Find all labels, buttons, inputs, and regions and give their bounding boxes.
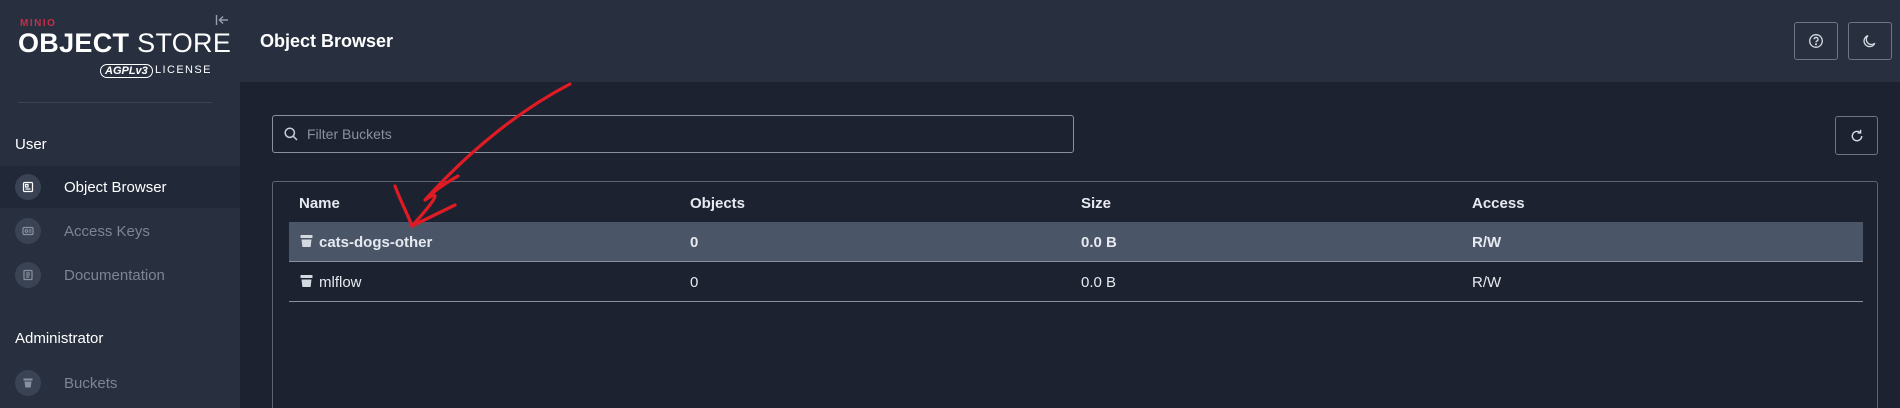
sidebar-item-label: Buckets [64,374,118,392]
column-header-size[interactable]: Size [1081,195,1111,212]
bucket-icon [300,235,313,247]
page-header: Object Browser [240,0,1900,82]
bucket-icon [15,370,41,396]
bucket-name: mlflow [319,274,362,291]
bucket-access: R/W [1472,234,1502,251]
access-keys-icon [15,218,41,244]
page-title: Object Browser [260,31,394,51]
section-title-user: User [15,136,47,153]
filter-buckets-input[interactable] [307,116,1067,152]
license-label: LICENSE [155,64,212,76]
sidebar-divider [18,102,212,103]
license-badge: AGPLv3 [100,64,153,78]
sidebar-item-label: Access Keys [64,222,150,240]
filter-buckets-box[interactable] [272,115,1074,153]
table-row[interactable]: mlflow 0 0.0 B R/W [289,262,1863,302]
sidebar-item-label: Object Browser [64,178,167,196]
theme-toggle-button[interactable] [1848,22,1892,60]
collapse-sidebar-icon[interactable] [214,12,230,28]
bucket-objects: 0 [690,274,699,291]
documentation-icon [15,262,41,288]
logo-product: OBJECT STORE [18,28,231,59]
sidebar-item-object-browser[interactable]: Object Browser [0,166,240,208]
search-icon [284,127,298,141]
sidebar-item-documentation[interactable]: Documentation [0,254,240,296]
section-title-administrator: Administrator [15,330,104,347]
table-row[interactable]: cats-dogs-other 0 0.0 B R/W [289,222,1863,262]
bucket-size: 0.0 B [1081,274,1117,291]
bucket-access: R/W [1472,274,1502,291]
moon-icon [1863,34,1876,48]
minio-logo: MINIO OBJECT STORE AGPLv3 LICENSE [18,16,231,80]
help-icon [1809,34,1823,48]
sidebar-item-label: Documentation [64,266,165,284]
refresh-icon [1851,129,1862,141]
sidebar-item-buckets[interactable]: Buckets [0,362,240,404]
object-browser-icon [15,174,41,200]
help-button[interactable] [1794,22,1838,60]
bucket-objects: 0 [690,234,699,251]
buckets-table: Name Objects Size Access cats-dogs-other… [272,181,1878,408]
column-header-name[interactable]: Name [299,195,340,212]
bucket-name: cats-dogs-other [319,234,433,251]
sidebar-item-access-keys[interactable]: Access Keys [0,210,240,252]
bucket-icon [300,275,313,287]
logo-product-bold: OBJECT [18,28,130,58]
logo-product-rest: STORE [129,28,232,58]
sidebar: MINIO OBJECT STORE AGPLv3 LICENSE User O… [0,0,240,408]
column-header-access[interactable]: Access [1472,195,1525,212]
bucket-size: 0.0 B [1081,234,1117,251]
column-header-objects[interactable]: Objects [690,195,745,212]
refresh-button[interactable] [1835,116,1878,155]
